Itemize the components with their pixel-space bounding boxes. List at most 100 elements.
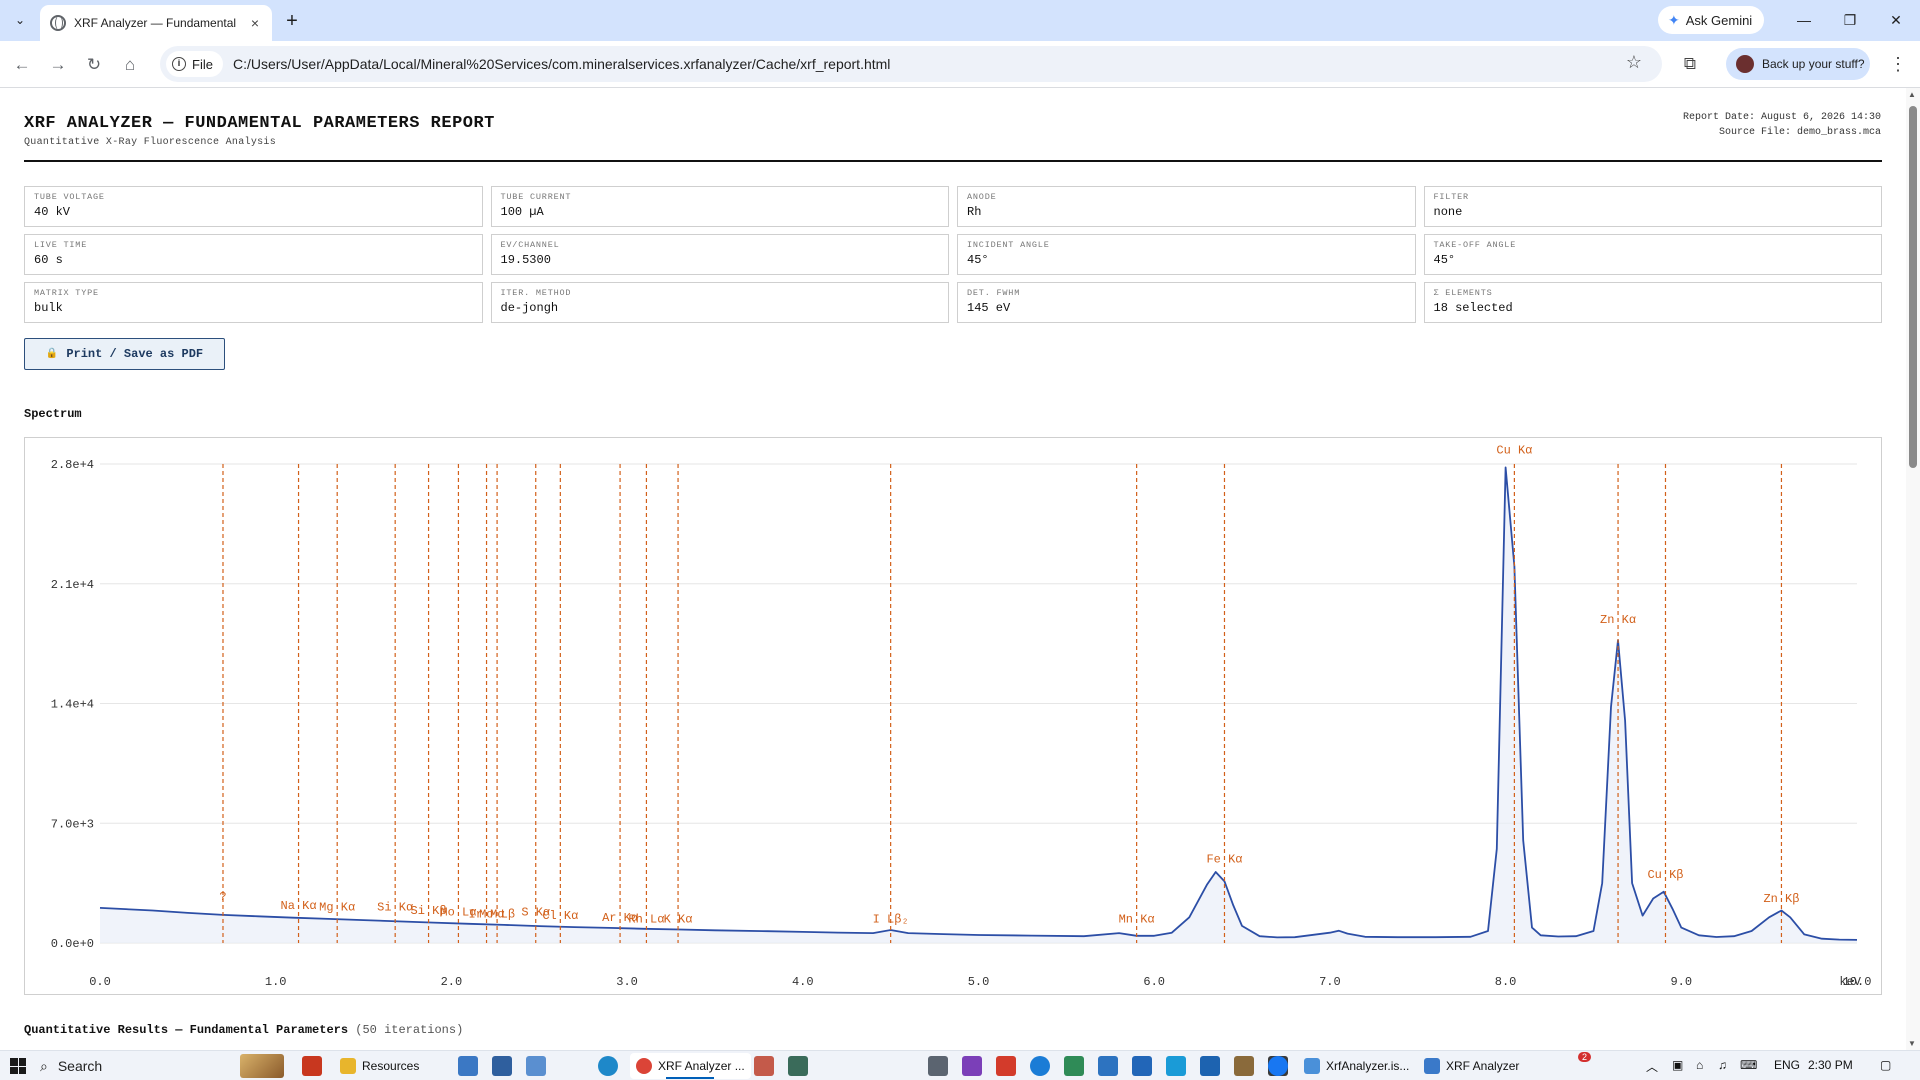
lock-icon: 🔒 [45, 349, 59, 360]
element-marker-label: Mn Kα [1119, 912, 1155, 926]
browser-menu-icon[interactable]: ⋮ [1886, 50, 1910, 78]
camera-icon[interactable] [928, 1056, 948, 1076]
quant-title: Quantitative Results — Fundamental Param… [24, 1023, 349, 1037]
restore-button[interactable]: ❐ [1828, 6, 1872, 34]
search-highlight-image [240, 1054, 284, 1078]
x-tick-label: 8.0 [1495, 975, 1517, 989]
param-value: 40 kV [34, 205, 71, 219]
language-indicator[interactable]: ENG [1774, 1058, 1800, 1072]
param-cell: ANODE Rh [957, 186, 1416, 227]
page-scrollbar[interactable]: ▲ ▼ [1906, 88, 1920, 1050]
taskbar-app-resources[interactable]: Resources [334, 1053, 425, 1079]
report-title: XRF ANALYZER — FUNDAMENTAL PARAMETERS RE… [24, 114, 495, 133]
tray-app-icon[interactable]: ▣ [1672, 1058, 1683, 1072]
close-tab-icon[interactable]: × [246, 14, 264, 32]
windows-taskbar: ⌕ Search Resources XRF Analyzer ... XrfA… [0, 1050, 1920, 1080]
minimize-button[interactable]: — [1782, 6, 1826, 34]
tab-title: XRF Analyzer — Fundamental P [74, 16, 240, 30]
close-window-button[interactable]: ✕ [1874, 6, 1918, 34]
chrome-icon [636, 1058, 652, 1074]
omnibox[interactable]: i File C:/Users/User/AppData/Local/Miner… [160, 46, 1662, 82]
spectrum-area [100, 467, 1857, 943]
element-marker-label: Zn Kβ [1763, 892, 1799, 906]
visual-studio-icon[interactable] [962, 1056, 982, 1076]
extensions-icon[interactable]: ⧉ [1676, 50, 1704, 78]
taskbar-search[interactable]: ⌕ Search [40, 1054, 284, 1078]
bookmark-star-icon[interactable]: ☆ [1626, 52, 1642, 73]
x-tick-label: 7.0 [1319, 975, 1341, 989]
windows-start-icon[interactable] [10, 1058, 26, 1074]
keyboard-icon[interactable]: ⌨ [1740, 1058, 1757, 1072]
header-divider [24, 160, 1882, 162]
folder-icon [340, 1058, 356, 1074]
new-tab-button[interactable]: + [280, 10, 304, 34]
reload-icon[interactable]: ↻ [80, 51, 108, 79]
calendar-icon[interactable] [458, 1056, 478, 1076]
app-icon[interactable] [788, 1056, 808, 1076]
scroll-up-icon[interactable]: ▲ [1908, 90, 1916, 99]
calculator-icon[interactable] [526, 1056, 546, 1076]
backup-button[interactable]: Back up your stuff? [1726, 48, 1870, 80]
app-icon[interactable] [492, 1056, 512, 1076]
browser-app-icon[interactable] [598, 1056, 618, 1076]
element-marker-label: Mo Lβ [479, 907, 515, 921]
tab-search-icon[interactable]: ⌄ [8, 8, 32, 32]
x-tick-label: 6.0 [1143, 975, 1165, 989]
param-label: LIVE TIME [34, 240, 88, 250]
home-icon[interactable]: ⌂ [116, 51, 144, 79]
back-icon[interactable]: ← [8, 51, 36, 79]
x-tick-label: 1.0 [265, 975, 287, 989]
print-save-pdf-button[interactable]: 🔒 Print / Save as PDF [24, 338, 225, 370]
taskbar-app-xrf-installer[interactable]: XrfAnalyzer.is... [1298, 1053, 1415, 1079]
param-label: FILTER [1433, 192, 1469, 202]
element-marker-label: Zn Kα [1600, 613, 1636, 627]
parameter-grid: TUBE VOLTAGE 40 kV TUBE CURRENT 100 µA ANO… [24, 186, 1882, 323]
x-tick-label: 2.0 [441, 975, 463, 989]
element-marker-label: Mg Kα [319, 900, 355, 914]
scroll-down-icon[interactable]: ▼ [1908, 1039, 1916, 1048]
param-cell: EV/CHANNEL 19.5300 [490, 234, 949, 275]
app-icon[interactable] [996, 1056, 1016, 1076]
app-icon[interactable] [1098, 1056, 1118, 1076]
app-icon[interactable] [1132, 1056, 1152, 1076]
clock[interactable]: 2:30 PM [1808, 1058, 1853, 1072]
app-icon[interactable] [1166, 1056, 1186, 1076]
taskbar-app-label: XRF Analyzer [1446, 1059, 1520, 1073]
volume-icon[interactable]: ♫ [1718, 1058, 1727, 1072]
browser-tab[interactable]: XRF Analyzer — Fundamental P × [40, 5, 272, 41]
param-cell: INCIDENT ANGLE 45° [957, 234, 1416, 275]
param-cell: TUBE CURRENT 100 µA [490, 186, 949, 227]
taskbar-app-label: XrfAnalyzer.is... [1326, 1059, 1410, 1073]
search-icon: ⌕ [40, 1057, 48, 1074]
network-icon[interactable]: ⌂ [1696, 1058, 1703, 1072]
x-tick-label: 0.0 [89, 975, 111, 989]
app-icon[interactable] [1064, 1056, 1084, 1076]
scrollbar-thumb[interactable] [1909, 106, 1917, 468]
app-icon[interactable] [1200, 1056, 1220, 1076]
avatar [1736, 55, 1754, 73]
filezilla-icon[interactable] [302, 1056, 322, 1076]
quant-heading: Quantitative Results — Fundamental Param… [24, 1023, 463, 1037]
facebook-icon[interactable] [1268, 1056, 1288, 1076]
param-label: ITER. METHOD [500, 288, 572, 298]
forward-icon[interactable]: → [44, 51, 72, 79]
ask-gemini-button[interactable]: ✦ Ask Gemini [1658, 6, 1764, 34]
param-value: 45° [1433, 253, 1456, 267]
param-value: 18 selected [1433, 301, 1513, 315]
site-info-chip[interactable]: i File [166, 51, 223, 77]
taskbar-app-xrf-analyzer[interactable]: XRF Analyzer [1418, 1053, 1525, 1079]
element-marker-label: Si Kα [377, 900, 413, 914]
edge-icon[interactable] [1030, 1056, 1050, 1076]
report-subtitle: Quantitative X-Ray Fluorescence Analysis [24, 137, 277, 148]
app-icon[interactable] [1234, 1056, 1254, 1076]
url-scheme: File [192, 56, 213, 72]
app-icon[interactable] [754, 1056, 774, 1076]
notifications-icon[interactable]: ▢ [1880, 1058, 1891, 1072]
element-marker-label: ? [219, 890, 226, 904]
info-icon: i [172, 57, 186, 71]
taskbar-app-xrf-browser[interactable]: XRF Analyzer ... [630, 1053, 751, 1079]
tray-chevron-icon[interactable]: ︿ [1646, 1058, 1658, 1075]
param-label: ANODE [967, 192, 997, 202]
element-marker-label: Cu Kβ [1647, 868, 1683, 882]
url-text[interactable]: C:/Users/User/AppData/Local/Mineral%20Se… [233, 56, 890, 72]
